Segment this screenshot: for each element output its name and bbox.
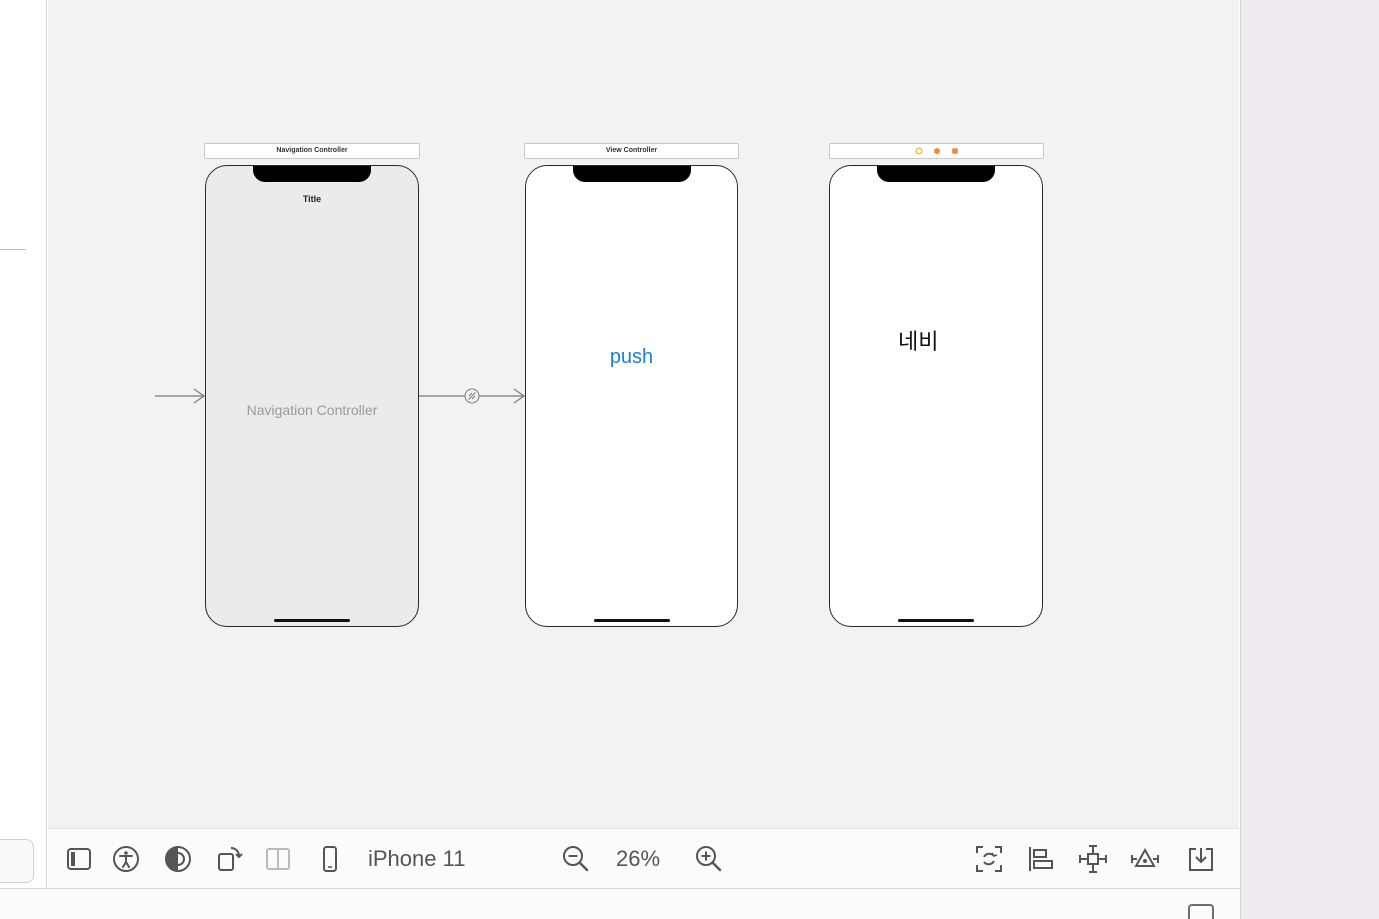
add-constraints-icon[interactable]: [1077, 843, 1109, 875]
view-controller-scene[interactable]: push: [525, 165, 738, 627]
debug-bar: [0, 888, 1240, 919]
update-frames-icon[interactable]: [973, 843, 1005, 875]
accessibility-icon[interactable]: [110, 843, 142, 875]
document-outline-strip: [0, 0, 47, 888]
navi-label: 네비: [898, 329, 939, 354]
home-indicator: [898, 619, 974, 622]
device-selector[interactable]: iPhone 11: [368, 844, 465, 874]
interface-builder-window: Navigation Controller Title Navigation C…: [0, 0, 1379, 919]
outline-filter-field[interactable]: [0, 839, 34, 883]
relationship-segue[interactable]: [419, 388, 526, 404]
iphone-icon[interactable]: [314, 843, 346, 875]
canvas-bottom-toolbar: iPhone 11 26%: [48, 828, 1239, 888]
zoom-in-icon[interactable]: [693, 843, 725, 875]
device-notch: [253, 166, 371, 182]
navigation-bar-title: Title: [302, 194, 322, 204]
navigation-controller-placeholder: Navigation Controller: [246, 402, 378, 418]
storyboard-canvas[interactable]: Navigation Controller Title Navigation C…: [48, 0, 1239, 828]
inspector-panel: [1240, 0, 1379, 919]
resolve-issues-icon[interactable]: [1129, 843, 1161, 875]
entry-point-arrow[interactable]: [155, 388, 206, 404]
exit-icon[interactable]: [951, 147, 959, 155]
orientation-icon[interactable]: [214, 843, 246, 875]
segue-link-icon: [468, 392, 476, 400]
home-indicator: [594, 619, 670, 622]
third-controller-scene[interactable]: 네비: [829, 165, 1043, 627]
scene-dock-third-controller[interactable]: [829, 143, 1044, 159]
view-controller-icon[interactable]: [914, 147, 923, 155]
zoom-out-icon[interactable]: [560, 843, 592, 875]
scene-dock-view-controller[interactable]: View Controller: [524, 143, 739, 159]
embed-in-icon[interactable]: [1185, 843, 1217, 875]
scene-dock-navigation-controller[interactable]: Navigation Controller: [204, 143, 420, 159]
zoom-level[interactable]: 26%: [616, 844, 660, 874]
navigation-controller-scene[interactable]: Title Navigation Controller: [205, 165, 419, 627]
device-notch: [877, 166, 995, 182]
panel-toggle-icon[interactable]: [1188, 904, 1214, 919]
device-notch: [573, 166, 691, 182]
home-indicator: [274, 619, 350, 622]
appearance-icon[interactable]: [162, 843, 194, 875]
outline-divider: [0, 249, 26, 250]
split-view-icon[interactable]: [262, 843, 294, 875]
push-button[interactable]: push: [526, 346, 737, 369]
first-responder-icon[interactable]: [933, 147, 941, 155]
device-frame-icon[interactable]: [63, 843, 95, 875]
align-icon[interactable]: [1025, 843, 1057, 875]
